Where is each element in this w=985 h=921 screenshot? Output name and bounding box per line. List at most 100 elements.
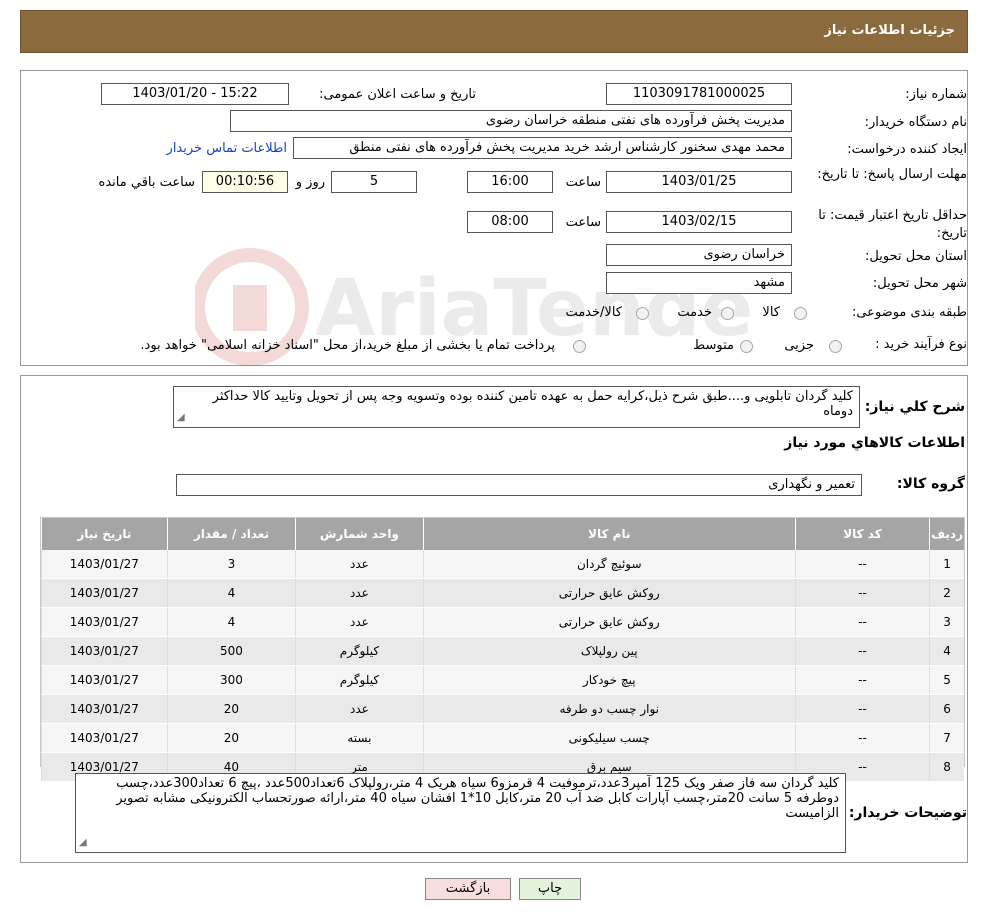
row-number-cell: 6 [929,694,964,724]
process-radio-medium[interactable] [740,340,753,353]
column-header-quantity: تعداد / مقدار [166,518,296,550]
date-cell: 1403/01/27 [41,607,168,637]
announce-label: تاریخ و ساعت اعلان عمومی: [319,87,476,102]
date-cell: 1403/01/27 [41,723,168,753]
quantity-cell: 20 [166,723,296,753]
buyer-field: مدیریت پخش فرآورده های نفتی منطقه خراسان… [230,110,792,132]
name-cell: پیچ خودکار [422,665,796,695]
quantity-cell: 4 [166,578,296,608]
need-number-field: 1103091781000025 [606,83,792,105]
goods-group-field: تعمیر و نگهداری [176,474,862,496]
code-cell: -- [794,694,930,724]
name-cell: روکش عایق حرارتی [422,607,796,637]
deadline-date-field: 1403/01/25 [606,171,792,193]
name-cell: سوئیچ گردان [422,550,796,579]
resize-grip-icon: ◢ [79,837,87,848]
column-header-code: کد کالا [794,518,930,550]
column-header-name: نام کالا [422,518,796,550]
page-header: جزئیات اطلاعات نیاز [20,10,968,53]
quantity-cell: 300 [166,665,296,695]
code-cell: -- [794,665,930,695]
category-radio-service[interactable] [721,307,734,320]
resize-grip-icon: ◢ [177,412,185,423]
process-note: پرداخت تمام یا بخشی از مبلغ خرید،از محل … [140,338,555,353]
code-cell: -- [794,550,930,579]
category-radio-goods-service[interactable] [636,307,649,320]
row-number-cell: 7 [929,723,964,753]
province-field: خراسان رضوی [606,244,792,266]
table-row: 1 -- سوئیچ گردان عدد 3 1403/01/27 [41,550,964,579]
unit-cell: بسته [295,723,424,753]
name-cell: نوار چسب دو طرفه [422,694,796,724]
buyer-contact-link[interactable]: اطلاعات تماس خریدار [167,141,287,156]
quantity-cell: 20 [166,694,296,724]
goods-group-label: گروه کالا: [896,476,965,492]
column-header-date: تاريخ نياز [41,518,168,550]
name-cell: چسب سیلیکونی [422,723,796,753]
process-label: نوع فرآیند خرید : [875,337,967,352]
deadline-time-label: ساعت [565,175,601,190]
remaining-time-label: ساعت باقي مانده [98,175,195,190]
deadline-label: مهلت ارسال پاسخ: تا تاریخ: [817,167,967,182]
validity-label: حداقل تاریخ اعتبار قیمت: تا تاریخ: [818,208,967,241]
summary-textarea[interactable]: کلید گردان تابلویی و....طبق شرح ذیل،کرای… [173,386,860,428]
validity-time-field: 08:00 [467,211,553,233]
code-cell: -- [794,607,930,637]
unit-cell: کیلوگرم [295,665,424,695]
column-header-row-number: رديف [929,518,964,550]
validity-date-field: 1403/02/15 [606,211,792,233]
row-number-cell: 3 [929,607,964,637]
code-cell: -- [794,636,930,666]
row-number-cell: 4 [929,636,964,666]
date-cell: 1403/01/27 [41,665,168,695]
unit-cell: عدد [295,607,424,637]
unit-cell: کیلوگرم [295,636,424,666]
table-row: 4 -- پین رولپلاک کیلوگرم 500 1403/01/27 [41,636,964,666]
creator-field: محمد مهدی سخنور کارشناس ارشد خرید مدیریت… [293,137,792,159]
name-cell: روکش عایق حرارتی [422,578,796,608]
validity-time-label: ساعت [565,215,601,230]
quantity-cell: 4 [166,607,296,637]
goods-table-container: رديف کد کالا نام کالا واحد شمارش تعداد /… [40,517,965,782]
summary-label: شرح کلي نياز: [864,399,965,415]
date-cell: 1403/01/27 [41,550,168,579]
quantity-cell: 500 [166,636,296,666]
page-title: جزئیات اطلاعات نیاز [824,23,955,38]
remaining-time-field: 00:10:56 [202,171,288,193]
back-button[interactable]: بازگشت [425,878,511,900]
print-button[interactable]: چاپ [519,878,581,900]
process-radio-minor[interactable] [829,340,842,353]
table-header-row: رديف کد کالا نام کالا واحد شمارش تعداد /… [41,518,964,550]
unit-cell: عدد [295,578,424,608]
days-field: 5 [331,171,417,193]
process-option-medium: متوسط [693,338,734,353]
table-row: 7 -- چسب سیلیکونی بسته 20 1403/01/27 [41,723,964,753]
quantity-cell: 3 [166,550,296,579]
row-number-cell: 5 [929,665,964,695]
name-cell: پین رولپلاک [422,636,796,666]
unit-cell: عدد [295,694,424,724]
date-cell: 1403/01/27 [41,694,168,724]
category-label: طبقه بندی موضوعی: [851,305,967,320]
creator-label: ایجاد کننده درخواست: [847,142,967,157]
column-header-unit: واحد شمارش [295,518,424,550]
goods-table: رديف کد کالا نام کالا واحد شمارش تعداد /… [41,518,964,782]
category-radio-goods[interactable] [794,307,807,320]
buyer-notes-text: کلید گردان سه فاز صفر ویک 125 آمپر3عدد،ت… [116,776,839,821]
summary-text: کلید گردان تابلویی و....طبق شرح ذیل،کرای… [212,389,853,419]
code-cell: -- [794,578,930,608]
buyer-notes-textarea[interactable]: کلید گردان سه فاز صفر ویک 125 آمپر3عدد،ت… [75,773,846,853]
city-label: شهر محل تحویل: [872,276,967,291]
category-option-goods-service: کالا/خدمت [565,305,622,320]
row-number-cell: 2 [929,578,964,608]
process-checkbox-treasury[interactable] [573,340,586,353]
date-cell: 1403/01/27 [41,578,168,608]
table-row: 5 -- پیچ خودکار کیلوگرم 300 1403/01/27 [41,665,964,695]
row-number-cell: 8 [929,752,964,782]
need-number-label: شماره نیاز: [905,87,967,102]
unit-cell: عدد [295,550,424,579]
date-cell: 1403/01/27 [41,636,168,666]
province-label: استان محل تحویل: [865,249,967,264]
deadline-time-field: 16:00 [467,171,553,193]
buyer-notes-label: توضيحات خريدار: [848,805,967,821]
